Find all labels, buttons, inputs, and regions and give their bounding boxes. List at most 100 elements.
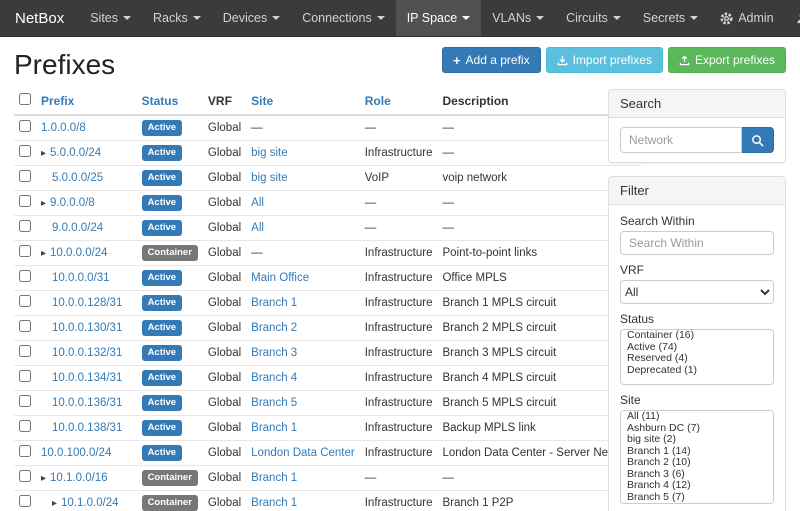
site-link[interactable]: Branch 1 xyxy=(251,472,297,484)
prefix-link[interactable]: 10.0.0.128/31 xyxy=(52,297,122,309)
row-checkbox[interactable] xyxy=(19,345,31,357)
nav-item-vlans[interactable]: VLANs xyxy=(481,0,555,36)
site-link[interactable]: Branch 4 xyxy=(251,372,297,384)
vrf-cell: Global xyxy=(203,241,246,266)
nav-item-devices[interactable]: Devices xyxy=(212,0,291,36)
nav-item-sites[interactable]: Sites xyxy=(79,0,142,36)
nav-item-label: Sites xyxy=(90,11,118,25)
profile-link[interactable]: Profile xyxy=(785,0,800,36)
vrf-cell: Global xyxy=(203,316,246,341)
chevron-down-icon xyxy=(613,16,621,20)
search-button[interactable] xyxy=(742,127,774,153)
prefix-link[interactable]: 5.0.0.0/24 xyxy=(50,147,101,159)
status-filter-option[interactable]: Deprecated (1) xyxy=(621,365,773,377)
row-checkbox[interactable] xyxy=(19,120,31,132)
nav-item-racks[interactable]: Racks xyxy=(142,0,212,36)
site-link[interactable]: Main Office xyxy=(251,272,309,284)
row-checkbox[interactable] xyxy=(19,445,31,457)
site-cell: Branch 3 xyxy=(246,341,360,366)
row-checkbox[interactable] xyxy=(19,495,31,507)
site-filter-option[interactable]: All (11) xyxy=(621,411,773,423)
vrf-select[interactable]: All xyxy=(620,280,774,304)
add-prefix-button[interactable]: + Add a prefix xyxy=(442,47,541,73)
prefix-link[interactable]: 10.0.0.0/31 xyxy=(52,272,110,284)
prefix-link[interactable]: 10.0.0.138/31 xyxy=(52,422,122,434)
site-filter-option[interactable]: London Data Center (9) xyxy=(621,503,773,504)
site-link[interactable]: London Data Center xyxy=(251,447,355,459)
prefix-link[interactable]: 10.0.100.0/24 xyxy=(41,447,111,459)
sidebar: Search Filter Search Within xyxy=(608,89,786,511)
site-cell: Main Office xyxy=(246,266,360,291)
role-cell: Infrastructure xyxy=(360,266,438,291)
site-cell: London Data Center xyxy=(246,441,360,466)
row-checkbox[interactable] xyxy=(19,295,31,307)
select-all-checkbox[interactable] xyxy=(19,93,31,105)
row-checkbox[interactable] xyxy=(19,395,31,407)
import-prefixes-button[interactable]: Import prefixes xyxy=(546,47,663,73)
column-header-role[interactable]: Role xyxy=(360,87,438,115)
site-link[interactable]: Branch 2 xyxy=(251,322,297,334)
prefix-link[interactable]: 10.0.0.136/31 xyxy=(52,397,122,409)
site-filter-list[interactable]: All (11)Ashburn DC (7)big site (2)Branch… xyxy=(620,410,774,504)
row-checkbox[interactable] xyxy=(19,220,31,232)
nav-item-connections[interactable]: Connections xyxy=(291,0,396,36)
prefix-link[interactable]: 10.0.0.134/31 xyxy=(52,372,122,384)
prefix-link[interactable]: 10.1.0.0/24 xyxy=(61,497,119,509)
vrf-cell: Global xyxy=(203,491,246,511)
row-checkbox[interactable] xyxy=(19,270,31,282)
prefix-link[interactable]: 10.0.0.130/31 xyxy=(52,322,122,334)
column-header-prefix[interactable]: Prefix xyxy=(36,87,137,115)
row-checkbox[interactable] xyxy=(19,195,31,207)
site-link[interactable]: All xyxy=(251,197,264,209)
prefix-link[interactable]: 10.0.0.132/31 xyxy=(52,347,122,359)
table-row: ▸10.1.0.0/24ContainerGlobalBranch 1Infra… xyxy=(14,491,641,511)
nav-item-circuits[interactable]: Circuits xyxy=(555,0,632,36)
admin-link[interactable]: Admin xyxy=(709,0,784,36)
search-input[interactable] xyxy=(620,127,742,153)
app-brand[interactable]: NetBox xyxy=(0,0,79,36)
site-link[interactable]: Branch 1 xyxy=(251,422,297,434)
row-checkbox[interactable] xyxy=(19,245,31,257)
row-checkbox[interactable] xyxy=(19,170,31,182)
site-link[interactable]: Branch 1 xyxy=(251,497,297,509)
status-filter-list[interactable]: Container (16)Active (74)Reserved (4)Dep… xyxy=(620,329,774,385)
row-checkbox[interactable] xyxy=(19,420,31,432)
prefix-link[interactable]: 9.0.0.0/24 xyxy=(52,222,103,234)
role-cell: Infrastructure xyxy=(360,341,438,366)
prefix-link[interactable]: 10.0.0.0/24 xyxy=(50,247,108,259)
prefix-link[interactable]: 9.0.0.0/8 xyxy=(50,197,95,209)
prefix-link[interactable]: 10.1.0.0/16 xyxy=(50,472,108,484)
table-row: ▸10.1.0.0/16ContainerGlobalBranch 1—— xyxy=(14,466,641,491)
site-filter-option[interactable]: Branch 2 (10) xyxy=(621,457,773,469)
row-checkbox[interactable] xyxy=(19,145,31,157)
site-link[interactable]: Branch 3 xyxy=(251,347,297,359)
search-within-input[interactable] xyxy=(620,231,774,255)
site-link[interactable]: Branch 1 xyxy=(251,297,297,309)
site-filter-option[interactable]: Branch 4 (12) xyxy=(621,480,773,492)
site-link[interactable]: Branch 5 xyxy=(251,397,297,409)
status-filter-option[interactable]: Reserved (4) xyxy=(621,353,773,365)
nav-item-ip-space[interactable]: IP Space xyxy=(396,0,482,36)
column-header-site[interactable]: Site xyxy=(246,87,360,115)
site-link[interactable]: All xyxy=(251,222,264,234)
prefix-table: Prefix Status VRF Site Role Description … xyxy=(14,87,641,511)
table-row: 1.0.0.0/8ActiveGlobal——— xyxy=(14,115,641,141)
site-cell: — xyxy=(246,241,360,266)
site-link[interactable]: big site xyxy=(251,147,287,159)
column-header-status[interactable]: Status xyxy=(137,87,203,115)
nav-item-secrets[interactable]: Secrets xyxy=(632,0,709,36)
site-link[interactable]: big site xyxy=(251,172,287,184)
export-prefixes-button[interactable]: Export prefixes xyxy=(668,47,786,73)
role-cell: Infrastructure xyxy=(360,141,438,166)
table-row: 10.0.0.130/31ActiveGlobalBranch 2Infrast… xyxy=(14,316,641,341)
site-filter-option[interactable]: big site (2) xyxy=(621,434,773,446)
site-cell: Branch 1 xyxy=(246,291,360,316)
prefix-link[interactable]: 1.0.0.0/8 xyxy=(41,122,86,134)
site-cell: Branch 2 xyxy=(246,316,360,341)
prefix-link[interactable]: 5.0.0.0/25 xyxy=(52,172,103,184)
row-checkbox[interactable] xyxy=(19,370,31,382)
status-filter-option[interactable]: Container (16) xyxy=(621,330,773,342)
row-checkbox[interactable] xyxy=(19,320,31,332)
row-checkbox[interactable] xyxy=(19,470,31,482)
search-panel-body xyxy=(609,118,785,162)
